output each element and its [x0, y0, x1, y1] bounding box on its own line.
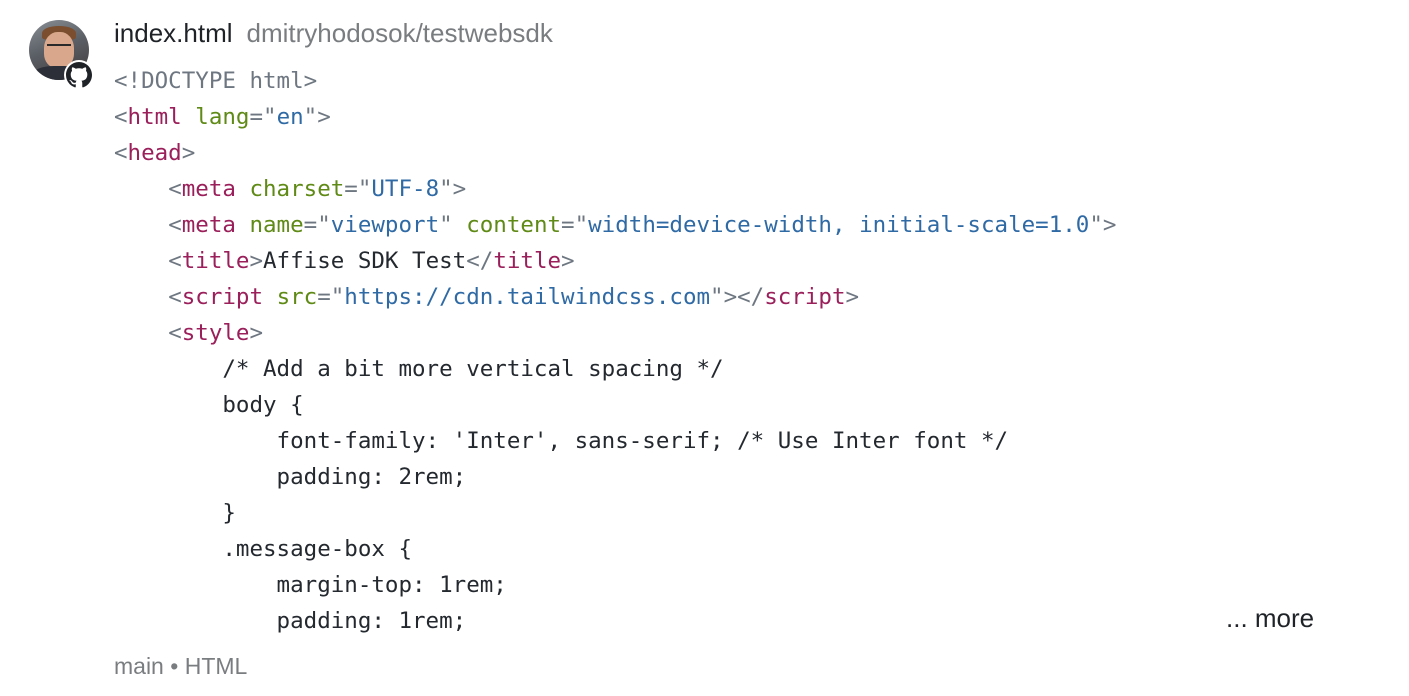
gist-header: index.html dmitryhodosok/testwebsdk	[114, 18, 553, 54]
code-token-punct: ">	[1089, 212, 1117, 238]
code-line: padding: 1rem;	[114, 603, 1116, 639]
code-line: padding: 2rem;	[114, 459, 1116, 495]
code-token-punct: ="	[561, 212, 589, 238]
code-line: <style>	[114, 315, 1116, 351]
code-token-str: en	[276, 104, 304, 130]
code-token-punct: <	[168, 284, 182, 310]
code-line: .message-box {	[114, 531, 1116, 567]
language-label: HTML	[184, 653, 248, 679]
code-token-punct: <	[114, 104, 128, 130]
show-more-link[interactable]: ... more	[1226, 603, 1314, 634]
code-token-tag: script	[764, 284, 846, 310]
code-token-tag: title	[493, 248, 562, 274]
code-token-attr: charset	[249, 176, 345, 202]
code-token-plain: /* Add a bit more vertical spacing */	[114, 356, 724, 382]
code-token-punct: <	[168, 320, 182, 346]
code-token-punct: <	[168, 212, 182, 238]
code-line: /* Add a bit more vertical spacing */	[114, 351, 1116, 387]
code-line: body {	[114, 387, 1116, 423]
code-token-tag: style	[181, 320, 250, 346]
github-icon	[64, 60, 94, 90]
code-token-tag: title	[181, 248, 250, 274]
file-meta-footer: main • HTML	[114, 653, 247, 680]
code-token-plain: padding: 2rem;	[114, 464, 467, 490]
code-line: <meta name="viewport" content="width=dev…	[114, 207, 1116, 243]
avatar-glasses	[47, 44, 71, 52]
code-token-attr: lang	[195, 104, 250, 130]
code-token-str: https://cdn.tailwindcss.com	[344, 284, 711, 310]
code-token-punct: ="	[249, 104, 277, 130]
code-token-plain: margin-top: 1rem;	[114, 572, 507, 598]
code-token-plain: }	[114, 500, 236, 526]
code-token-punct: >	[249, 320, 264, 346]
code-token-punct: <	[114, 140, 128, 166]
code-token-punct: "></	[710, 284, 765, 310]
separator-dot: •	[170, 653, 179, 679]
code-token-attr: name	[249, 212, 304, 238]
code-token-doctype: <!DOCTYPE html>	[114, 68, 318, 94]
code-token-punct: <	[168, 176, 182, 202]
code-token-punct: ="	[303, 212, 331, 238]
code-token-punct: <	[168, 248, 182, 274]
repo-name-link[interactable]: dmitryhodosok/testwebsdk	[247, 18, 553, 49]
code-token-plain: Affise SDK Test	[263, 248, 467, 274]
code-token-tag: meta	[181, 212, 236, 238]
code-token-tag: html	[127, 104, 182, 130]
code-token-attr: content	[466, 212, 562, 238]
code-token-punct: >	[249, 248, 264, 274]
code-line: <head>	[114, 135, 1116, 171]
code-token-punct: >	[561, 248, 575, 274]
code-token-punct: ">	[303, 104, 331, 130]
code-line: font-family: 'Inter', sans-serif; /* Use…	[114, 423, 1116, 459]
code-token-punct: ="	[344, 176, 372, 202]
code-token-tag: script	[181, 284, 264, 310]
code-line: margin-top: 1rem;	[114, 567, 1116, 603]
code-preview: <!DOCTYPE html> <html lang="en"> <head> <m…	[114, 63, 1116, 639]
code-line: <script src="https://cdn.tailwindcss.com…	[114, 279, 1116, 315]
code-token-plain: .message-box {	[114, 536, 413, 562]
code-token-punct: >	[181, 140, 196, 166]
code-token-punct: ">	[439, 176, 467, 202]
code-token-str: viewport	[330, 212, 440, 238]
code-token-punct: </	[466, 248, 494, 274]
code-line: }	[114, 495, 1116, 531]
code-token-plain: font-family: 'Inter', sans-serif; /* Use…	[114, 428, 1009, 454]
code-token-str: UTF-8	[371, 176, 440, 202]
code-line: <html lang="en">	[114, 99, 1116, 135]
code-token-str: width=device-width, initial-scale=1.0	[588, 212, 1090, 238]
code-line: <!DOCTYPE html>	[114, 63, 1116, 99]
code-line: <title>Affise SDK Test</title>	[114, 243, 1116, 279]
code-token-punct: >	[845, 284, 860, 310]
code-token-plain: body {	[114, 392, 304, 418]
code-token-punct: "	[439, 212, 453, 238]
code-token-plain: padding: 1rem;	[114, 608, 467, 634]
code-token-tag: meta	[181, 176, 236, 202]
code-line: <meta charset="UTF-8">	[114, 171, 1116, 207]
file-name-link[interactable]: index.html	[114, 18, 233, 49]
code-token-tag: head	[127, 140, 182, 166]
code-token-attr: src	[276, 284, 318, 310]
branch-label: main	[114, 653, 164, 679]
code-token-punct: ="	[317, 284, 345, 310]
